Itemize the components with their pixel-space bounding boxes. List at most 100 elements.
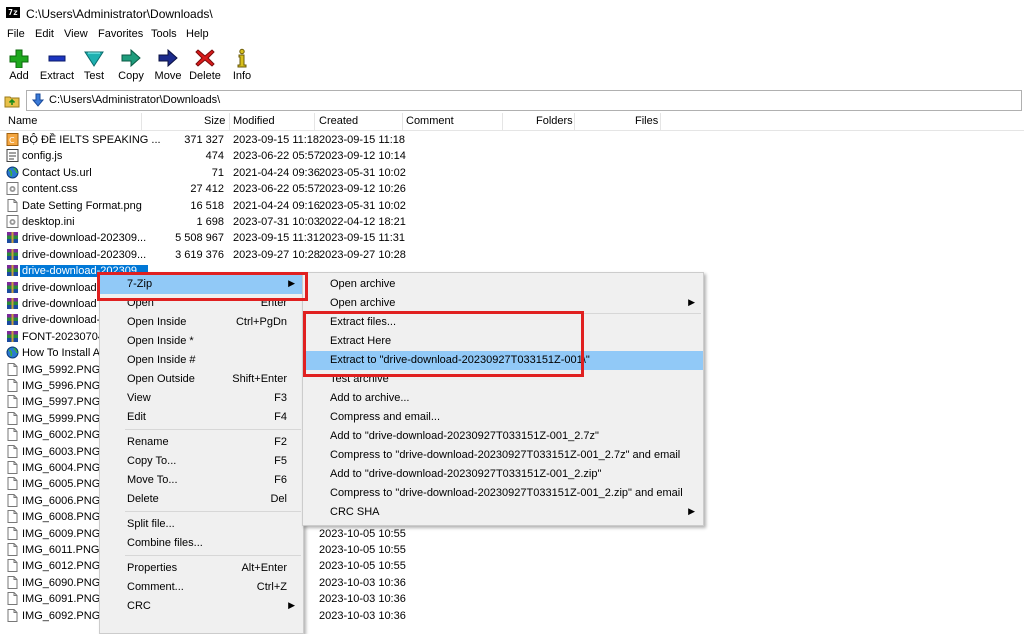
- menu-item-label: Combine files...: [127, 537, 203, 549]
- ctx-item-open[interactable]: Open Enter: [100, 294, 303, 313]
- globe-icon: [6, 166, 19, 179]
- globe-icon: [6, 346, 19, 359]
- file-row[interactable]: Date Setting Format.png 16 518 2021-04-24 …: [0, 198, 1024, 214]
- submenu-item-5[interactable]: Test archive: [303, 370, 703, 389]
- menu-file[interactable]: File: [7, 28, 25, 40]
- ctx-item-open-inside[interactable]: Open Inside Ctrl+PgDn: [100, 313, 303, 332]
- ctx-item-copy-to[interactable]: Copy To... F5: [100, 452, 303, 471]
- delete-button[interactable]: Delete: [189, 48, 221, 88]
- submenu-item-0[interactable]: Open archive: [303, 275, 703, 294]
- file-row[interactable]: drive-download-202309... 5 508 967 2023-09…: [0, 230, 1024, 246]
- ctx-item-open-inside[interactable]: Open Inside #: [100, 351, 303, 370]
- menu-favorites[interactable]: Favorites: [98, 28, 143, 40]
- ctx-item-edit[interactable]: Edit F4: [100, 408, 303, 427]
- submenu-item-4[interactable]: Extract to "drive-download-20230927T0331…: [303, 351, 703, 370]
- col-folders[interactable]: Folders: [536, 115, 573, 127]
- ctx-item-rename[interactable]: Rename F2: [100, 433, 303, 452]
- file-size: 27 412: [190, 183, 224, 196]
- ctx-item-open-inside[interactable]: Open Inside *: [100, 332, 303, 351]
- submenu-item-8[interactable]: Add to "drive-download-20230927T033151Z-…: [303, 427, 703, 446]
- file-row[interactable]: desktop.ini 1 698 2023-07-31 10:03 2022-04-…: [0, 214, 1024, 230]
- extract-button[interactable]: Extract: [39, 48, 75, 88]
- add-button[interactable]: Add: [6, 48, 32, 88]
- file-name: Date Setting Format.png: [22, 199, 142, 212]
- menu-edit[interactable]: Edit: [35, 28, 54, 40]
- ctx-item-move-to[interactable]: Move To... F6: [100, 471, 303, 490]
- archive-icon: [6, 264, 19, 277]
- menu-item-shortcut: Shift+Enter: [232, 373, 287, 385]
- submenu-item-10[interactable]: Add to "drive-download-20230927T033151Z-…: [303, 465, 703, 484]
- ctx-item-delete[interactable]: Delete Del: [100, 490, 303, 509]
- folder-up-icon[interactable]: [4, 92, 20, 108]
- menu-bar: File Edit View Favorites Tools Help: [0, 26, 1024, 44]
- submenu-item-2[interactable]: Extract files...: [303, 313, 703, 332]
- col-created[interactable]: Created: [319, 115, 358, 127]
- ctx-item-view[interactable]: View F3: [100, 389, 303, 408]
- file-name: drive-download-202309...: [22, 248, 147, 261]
- submenu-item-12[interactable]: CRC SHA ▶: [303, 503, 703, 522]
- window-title: C:\Users\Administrator\Downloads\: [26, 7, 213, 21]
- file-row[interactable]: C BỘ ĐỀ IELTS SPEAKING ... 371 327 2023-09-…: [0, 132, 1024, 148]
- submenu-item-9[interactable]: Compress to "drive-download-20230927T033…: [303, 446, 703, 465]
- ctx-item-properties[interactable]: Properties Alt+Enter: [100, 559, 303, 578]
- ctx-item-combine-files[interactable]: Combine files...: [100, 534, 303, 553]
- column-header: Name Size Modified Created Comment Folde…: [0, 113, 1024, 131]
- archive-icon: [6, 330, 19, 343]
- col-modified[interactable]: Modified: [233, 115, 275, 127]
- menu-item-shortcut: Del: [270, 493, 287, 505]
- file-modified: 2023-06-22 05:57: [233, 183, 320, 196]
- menu-help[interactable]: Help: [186, 28, 209, 40]
- col-files[interactable]: Files: [635, 115, 658, 127]
- menu-item-shortcut: Ctrl+PgDn: [235, 316, 287, 328]
- submenu-item-1[interactable]: Open archive ▶: [303, 294, 703, 313]
- gear-file-icon: [6, 182, 19, 196]
- address-field[interactable]: C:\Users\Administrator\Downloads\: [26, 90, 1022, 111]
- file-row[interactable]: Contact Us.url 71 2021-04-24 09:36 2023-05-…: [0, 165, 1024, 181]
- file-created: 2023-09-15 11:31: [319, 232, 406, 245]
- menu-item-label: CRC SHA: [330, 506, 380, 518]
- menu-item-shortcut: F3: [274, 392, 287, 404]
- test-button[interactable]: Test: [80, 48, 108, 88]
- file-row[interactable]: content.css 27 412 2023-06-22 05:57 2023-09…: [0, 181, 1024, 197]
- ctx-item-7-zip[interactable]: 7-Zip ▶: [100, 275, 303, 294]
- file-icon: [6, 362, 19, 376]
- menu-item-shortcut: Enter: [260, 297, 287, 309]
- info-button[interactable]: Info: [230, 48, 254, 88]
- 7zip-app-icon: 7z: [6, 7, 20, 18]
- file-name: drive-download-202309...: [22, 232, 147, 245]
- ctx-item-crc[interactable]: CRC ▶: [100, 597, 303, 616]
- file-icon: [6, 559, 19, 573]
- col-comment[interactable]: Comment: [406, 115, 454, 127]
- menu-tools[interactable]: Tools: [151, 28, 177, 40]
- file-name: IMG_6008.PNG: [22, 511, 101, 524]
- file-size: 1 698: [196, 216, 224, 228]
- copy-button[interactable]: Copy: [116, 48, 146, 88]
- move-icon: [158, 48, 178, 68]
- chevron-right-icon: ▶: [688, 506, 695, 516]
- ctx-item-comment[interactable]: Comment... Ctrl+Z: [100, 578, 303, 597]
- archive-icon: [6, 231, 19, 244]
- menu-item-label: Compress to "drive-download-20230927T033…: [330, 449, 681, 461]
- menu-item-label: 7-Zip: [127, 278, 153, 290]
- submenu-item-11[interactable]: Compress to "drive-download-20230927T033…: [303, 484, 703, 503]
- col-name[interactable]: Name: [8, 115, 37, 127]
- ctx-item-open-outside[interactable]: Open Outside Shift+Enter: [100, 370, 303, 389]
- file-created: 2023-10-03 10:36: [319, 576, 406, 589]
- ctx-item-split-file[interactable]: Split file...: [100, 515, 303, 534]
- file-icon: [6, 395, 19, 409]
- submenu-item-6[interactable]: Add to archive...: [303, 389, 703, 408]
- archive-icon: [6, 248, 19, 261]
- submenu-item-3[interactable]: Extract Here: [303, 332, 703, 351]
- move-button[interactable]: Move: [154, 48, 182, 88]
- file-row[interactable]: drive-download-202309... 3 619 376 2023-09…: [0, 247, 1024, 263]
- submenu-item-7[interactable]: Compress and email...: [303, 408, 703, 427]
- file-name: IMG_6012.PNG: [22, 560, 101, 573]
- col-size[interactable]: Size: [204, 115, 225, 127]
- menu-item-label: Extract to "drive-download-20230927T0331…: [330, 354, 590, 366]
- file-row[interactable]: config.js 474 2023-06-22 05:57 2023-09-12 1…: [0, 148, 1024, 164]
- file-icon: [6, 510, 19, 524]
- menu-view[interactable]: View: [64, 28, 88, 40]
- file-name: IMG_5992.PNG: [22, 363, 101, 376]
- menu-item-shortcut: F4: [274, 411, 287, 423]
- file-name: drive-download-: [22, 314, 101, 327]
